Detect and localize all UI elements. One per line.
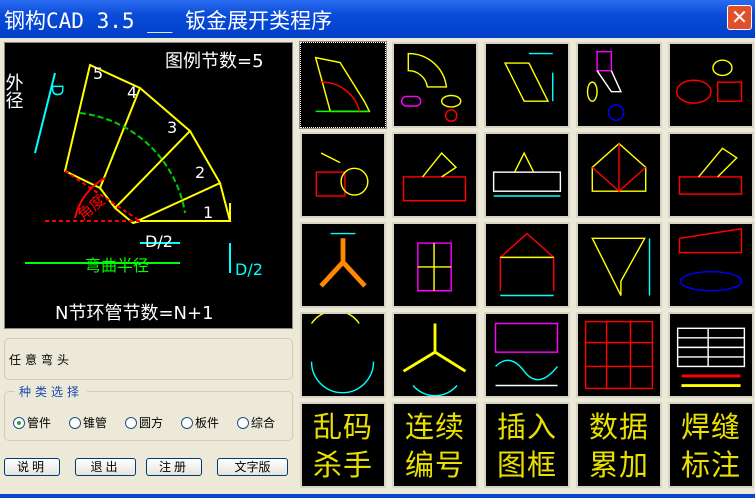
- drawing-thumbnail-image: [503, 52, 554, 102]
- tile-text: 编号: [404, 448, 465, 482]
- drawing-thumbnail[interactable]: [392, 132, 478, 218]
- preview-panel: 图例节数=5 外径 D 角度 1 2 3 4 5 D/2 弯曲半径 D/2 N节…: [3, 42, 293, 329]
- radio-round-square[interactable]: 圆方: [125, 414, 163, 431]
- close-icon: ✕: [731, 5, 748, 29]
- drawing-thumbnail[interactable]: [668, 132, 754, 218]
- drawing-thumbnail[interactable]: [392, 222, 478, 308]
- tile-text: 标注: [680, 448, 741, 482]
- segment-label: 5: [93, 64, 103, 83]
- radio-plate[interactable]: 板件: [181, 414, 219, 431]
- drawing-thumbnail[interactable]: [668, 42, 754, 128]
- radio-label: 板件: [195, 416, 220, 430]
- half-d-right-label: D/2: [235, 260, 263, 279]
- drawing-thumbnail-image: [315, 152, 369, 197]
- formula-label: N节环管节数=N+1: [55, 303, 214, 324]
- category-group: 种类选择 管件 锥管 圆方 板件 综合: [4, 383, 293, 441]
- drawing-thumbnail[interactable]: [299, 41, 387, 129]
- tile-text: 连续: [404, 410, 465, 444]
- drawing-thumbnail-image: [402, 151, 467, 202]
- tile-weld-mark[interactable]: 焊缝 标注: [668, 402, 754, 488]
- segment-label: 1: [203, 203, 213, 222]
- tile-text: 杀手: [312, 448, 373, 482]
- radio-icon: [237, 416, 249, 429]
- tile-text: 插入: [496, 410, 557, 444]
- drawing-thumbnail-image: [678, 147, 743, 195]
- window-border: [0, 494, 755, 498]
- drawing-thumbnail[interactable]: [576, 222, 662, 308]
- register-button[interactable]: 注册: [146, 458, 202, 476]
- drawing-thumbnail[interactable]: [300, 310, 386, 398]
- radio-pipe[interactable]: 管件: [13, 414, 51, 431]
- drawing-thumbnail-image: [314, 56, 371, 113]
- drawing-thumbnail-image: [675, 59, 743, 104]
- radio-icon: [181, 416, 193, 429]
- drawing-thumbnail-image: [586, 50, 625, 121]
- drawing-thumbnail-image: [676, 327, 746, 387]
- title-bar: 钢构CAD 3.5 __ 钣金展开类程序 ✕: [0, 0, 755, 38]
- radio-label: 锥管: [83, 416, 108, 430]
- category-legend: 种类选择: [15, 383, 88, 400]
- radio-label: 综合: [251, 416, 276, 430]
- half-d-label: D/2: [145, 232, 173, 251]
- tile-text: 焊缝: [680, 410, 741, 444]
- radio-icon: [125, 416, 137, 429]
- drawing-thumbnail-image: [678, 227, 743, 292]
- drawing-thumbnail-image: [499, 232, 555, 297]
- radio-icon: [69, 416, 81, 429]
- text-version-button[interactable]: 文字版: [217, 458, 288, 476]
- drawing-thumbnail-image: [417, 242, 452, 292]
- drawing-thumbnail-image: [402, 323, 467, 397]
- drawing-thumbnail-image: [591, 237, 651, 296]
- tile-text: 累加: [588, 448, 649, 482]
- current-item-box: 任意弯头: [4, 338, 293, 380]
- radio-label: 圆方: [139, 416, 164, 430]
- drawing-thumbnail-image: [584, 320, 654, 390]
- drawing-thumbnail[interactable]: [300, 132, 386, 218]
- drawing-thumbnail[interactable]: [484, 42, 570, 128]
- segment-label: 3: [167, 118, 177, 137]
- drawing-thumbnail[interactable]: [300, 222, 386, 308]
- radio-label: 管件: [27, 416, 52, 430]
- drawing-thumbnail[interactable]: [576, 132, 662, 218]
- drawing-thumbnail[interactable]: [576, 312, 662, 398]
- tile-garbled-fix[interactable]: 乱码 杀手: [300, 402, 386, 488]
- tile-insert-frame[interactable]: 插入 图框: [484, 402, 570, 488]
- drawing-thumbnail[interactable]: [392, 312, 478, 398]
- node-count-label: 图例节数=5: [165, 51, 264, 72]
- help-button[interactable]: 说明: [4, 458, 60, 476]
- tile-text: 数据: [588, 410, 649, 444]
- drawing-thumbnail-image: [494, 322, 559, 387]
- radio-cone[interactable]: 锥管: [69, 414, 107, 431]
- current-item-label: 任意弯头: [9, 353, 74, 367]
- drawing-thumbnail[interactable]: [484, 222, 570, 308]
- bend-radius-label: 弯曲半径: [85, 256, 149, 275]
- drawing-thumbnail[interactable]: [576, 42, 662, 128]
- radio-combined[interactable]: 综合: [237, 414, 275, 431]
- segment-label: 2: [195, 163, 205, 182]
- drawing-thumbnail[interactable]: [484, 312, 570, 398]
- outer-dia-label: 外径: [5, 73, 24, 109]
- tile-text: 乱码: [312, 410, 373, 444]
- exit-button[interactable]: 退出: [75, 458, 136, 476]
- segment-label: 4: [127, 83, 137, 102]
- tile-text: 图框: [496, 448, 557, 482]
- drawing-thumbnail[interactable]: [668, 222, 754, 308]
- drawing-thumbnail[interactable]: [392, 42, 478, 128]
- window-title: 钢构CAD 3.5 __ 钣金展开类程序: [4, 9, 333, 33]
- tile-sequential-number[interactable]: 连续 编号: [392, 402, 478, 488]
- radio-icon: [13, 416, 25, 429]
- drawing-thumbnail-image: [310, 310, 375, 394]
- drawing-thumbnail[interactable]: [484, 132, 570, 218]
- drawing-thumbnail-image: [492, 151, 562, 197]
- drawing-thumbnail-image: [400, 52, 462, 122]
- drawing-thumbnail-image: [591, 142, 647, 192]
- drawing-thumbnail-image: [319, 232, 367, 288]
- drawing-thumbnail[interactable]: [668, 312, 754, 398]
- tile-data-sum[interactable]: 数据 累加: [576, 402, 662, 488]
- close-button[interactable]: ✕: [727, 5, 752, 30]
